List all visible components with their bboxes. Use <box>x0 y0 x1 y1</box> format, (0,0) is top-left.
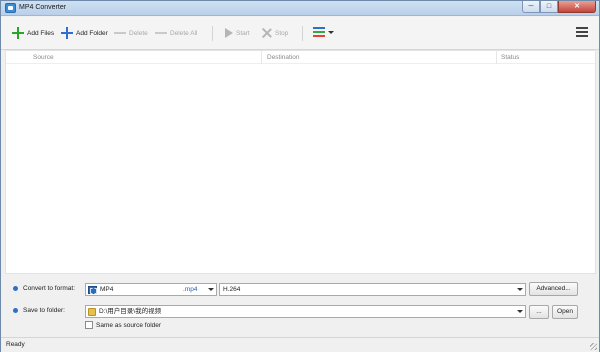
maximize-button[interactable]: □ <box>540 1 558 13</box>
same-as-source-checkbox[interactable] <box>85 321 93 329</box>
add-folder-button[interactable]: Add Folder <box>61 26 108 40</box>
toolbar-divider <box>302 26 303 41</box>
stop-icon <box>262 28 272 38</box>
hamburger-menu-icon[interactable] <box>576 27 588 37</box>
add-files-button[interactable]: Add Files <box>12 26 54 40</box>
same-as-source-label[interactable]: Same as source folder <box>96 322 161 329</box>
format-extension: .mp4 <box>183 286 198 293</box>
output-settings-panel: Convert to format: MP4 .mp4 H.264 Advanc… <box>1 275 599 337</box>
stop-button[interactable]: Stop <box>262 26 288 40</box>
minus-icon <box>114 32 126 34</box>
play-icon <box>225 28 233 38</box>
folder-select[interactable]: D:\用户目录\我的视频 <box>85 305 526 318</box>
plus-icon <box>12 27 24 39</box>
theme-menu-button[interactable] <box>313 27 334 37</box>
column-status[interactable]: Status <box>501 54 519 61</box>
app-window: MP4 Converter ─ □ ✕ Add Files Add Folder… <box>0 0 600 352</box>
column-destination[interactable]: Destination <box>267 54 300 61</box>
theme-bars-icon <box>313 27 325 37</box>
folder-path: D:\用户目录\我的视频 <box>99 308 162 315</box>
bullet-icon <box>13 286 18 291</box>
browse-button[interactable]: ... <box>529 305 549 319</box>
format-select[interactable]: MP4 .mp4 <box>85 283 217 296</box>
folder-label: Save to folder: <box>23 307 65 314</box>
status-text: Ready <box>6 341 25 348</box>
advanced-button[interactable]: Advanced... <box>529 282 578 296</box>
start-label: Start <box>236 29 250 37</box>
add-files-label: Add Files <box>27 29 55 37</box>
column-divider[interactable] <box>261 51 262 64</box>
format-value: MP4 <box>100 286 114 293</box>
chevron-down-icon <box>517 288 523 291</box>
app-logo-icon <box>5 3 16 13</box>
column-source[interactable]: Source <box>33 54 54 61</box>
resize-grip-icon[interactable] <box>590 343 597 350</box>
chevron-down-icon <box>208 288 214 291</box>
video-file-icon <box>88 286 97 294</box>
toolbar-divider <box>212 26 213 41</box>
delete-all-label: Delete All <box>170 29 198 37</box>
column-divider[interactable] <box>496 51 497 64</box>
delete-button[interactable]: Delete <box>114 26 148 40</box>
format-label: Convert to format: <box>23 285 76 292</box>
add-folder-label: Add Folder <box>76 29 108 37</box>
close-button[interactable]: ✕ <box>558 1 596 13</box>
codec-select[interactable]: H.264 <box>219 283 526 296</box>
toolbar: Add Files Add Folder Delete Delete All S… <box>1 17 599 50</box>
delete-all-button[interactable]: Delete All <box>155 26 197 40</box>
start-button[interactable]: Start <box>225 26 250 40</box>
folder-icon <box>88 308 96 316</box>
codec-value: H.264 <box>223 286 241 293</box>
window-title: MP4 Converter <box>19 4 67 11</box>
stop-label: Stop <box>275 29 289 37</box>
title-bar[interactable]: MP4 Converter ─ □ ✕ <box>1 1 599 16</box>
open-button[interactable]: Open <box>552 305 578 319</box>
status-bar: Ready <box>1 337 599 352</box>
list-header: Source Destination Status <box>6 51 595 64</box>
chevron-down-icon <box>328 30 334 34</box>
minus-icon <box>155 32 167 34</box>
file-list[interactable]: Source Destination Status <box>5 50 596 274</box>
chevron-down-icon <box>517 310 523 313</box>
bullet-icon <box>13 308 18 313</box>
delete-label: Delete <box>129 29 148 37</box>
plus-icon <box>61 27 73 39</box>
minimize-button[interactable]: ─ <box>522 1 540 13</box>
